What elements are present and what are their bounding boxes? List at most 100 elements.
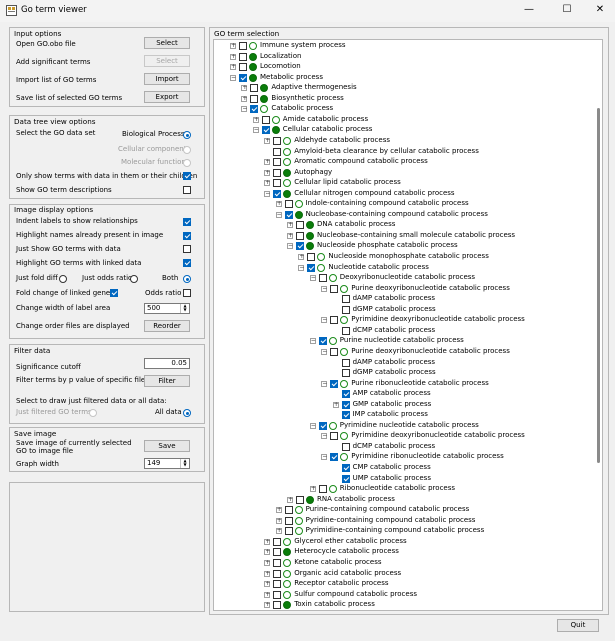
tree-row-checkbox[interactable] bbox=[318, 274, 327, 283]
expand-icon[interactable]: + bbox=[264, 549, 270, 556]
indent-checkbox[interactable] bbox=[183, 218, 191, 226]
expand-icon[interactable]: + bbox=[252, 116, 259, 123]
expand-icon[interactable]: + bbox=[264, 602, 270, 609]
expand-icon[interactable]: + bbox=[264, 137, 270, 144]
collapse-icon[interactable]: − bbox=[321, 317, 327, 324]
collapse-icon[interactable]: − bbox=[321, 433, 327, 440]
tree-row-checkbox[interactable] bbox=[273, 158, 282, 167]
graph-width-spinbox[interactable]: 149 ▲ ▼ bbox=[144, 458, 190, 469]
spin-arrows-icon[interactable]: ▲ ▼ bbox=[180, 459, 189, 468]
tree-row-checkbox[interactable] bbox=[273, 147, 282, 156]
tree-row-checkbox[interactable] bbox=[296, 221, 304, 230]
collapse-icon[interactable]: − bbox=[309, 422, 316, 429]
tree-row-checkbox[interactable] bbox=[284, 516, 293, 525]
quit-button[interactable]: Quit bbox=[557, 619, 599, 632]
reorder-button[interactable]: Reorder bbox=[144, 320, 190, 332]
import-button[interactable]: Import bbox=[144, 73, 190, 85]
tree-row-checkbox[interactable] bbox=[261, 126, 270, 135]
just-filtered-radio[interactable] bbox=[89, 409, 97, 417]
tree-row-checkbox[interactable] bbox=[250, 105, 259, 114]
only-show-checkbox[interactable] bbox=[183, 172, 191, 180]
tree-row-checkbox[interactable] bbox=[250, 94, 259, 103]
maximize-button[interactable]: ☐ bbox=[550, 0, 584, 22]
tree-row-checkbox[interactable] bbox=[273, 179, 282, 188]
tree-row-checkbox[interactable] bbox=[273, 601, 282, 610]
tree-row-checkbox[interactable] bbox=[284, 210, 293, 219]
tree-row-checkbox[interactable] bbox=[341, 474, 350, 483]
expand-icon[interactable]: + bbox=[309, 486, 316, 493]
mf-radio[interactable] bbox=[183, 159, 191, 167]
expand-icon[interactable]: + bbox=[275, 507, 282, 514]
collapse-icon[interactable]: − bbox=[321, 348, 327, 355]
collapse-icon[interactable]: − bbox=[252, 127, 259, 134]
fold-change-checkbox[interactable] bbox=[110, 289, 118, 297]
expand-icon[interactable]: + bbox=[230, 53, 236, 60]
tree-row-checkbox[interactable] bbox=[296, 231, 304, 240]
tree-row-checkbox[interactable] bbox=[318, 337, 327, 346]
expand-icon[interactable]: + bbox=[264, 559, 270, 566]
save-image-button[interactable]: Save bbox=[144, 440, 190, 452]
export-button[interactable]: Export bbox=[144, 91, 190, 103]
tree-row-checkbox[interactable] bbox=[341, 442, 350, 451]
tree-row-checkbox[interactable] bbox=[341, 390, 350, 399]
tree-row-checkbox[interactable] bbox=[341, 295, 350, 304]
cc-radio[interactable] bbox=[183, 146, 191, 154]
tree-row-checkbox[interactable] bbox=[273, 590, 282, 599]
tree-row-checkbox[interactable] bbox=[318, 421, 327, 430]
tree-row-checkbox[interactable] bbox=[330, 453, 339, 462]
collapse-icon[interactable]: − bbox=[275, 211, 282, 218]
tree-row-checkbox[interactable] bbox=[239, 42, 247, 50]
expand-icon[interactable]: + bbox=[298, 254, 304, 260]
expand-icon[interactable]: + bbox=[264, 159, 270, 166]
tree-row-checkbox[interactable] bbox=[341, 464, 350, 472]
tree-row-checkbox[interactable] bbox=[273, 569, 282, 578]
show-desc-checkbox[interactable] bbox=[183, 186, 191, 194]
tree-row-checkbox[interactable] bbox=[273, 168, 282, 177]
open-obo-button[interactable]: Select bbox=[144, 37, 190, 49]
collapse-icon[interactable]: − bbox=[321, 454, 327, 461]
tree-row-checkbox[interactable] bbox=[341, 400, 350, 409]
expand-icon[interactable]: + bbox=[287, 496, 293, 503]
tree-row-checkbox[interactable] bbox=[239, 73, 247, 82]
tree-row-checkbox[interactable] bbox=[284, 506, 293, 515]
tree-row-checkbox[interactable] bbox=[284, 527, 293, 536]
bp-radio[interactable] bbox=[183, 131, 191, 139]
expand-icon[interactable]: + bbox=[264, 180, 270, 187]
collapse-icon[interactable]: − bbox=[241, 106, 247, 113]
collapse-icon[interactable]: − bbox=[298, 264, 304, 271]
tree-row-checkbox[interactable] bbox=[330, 379, 339, 388]
tree-row-checkbox[interactable] bbox=[273, 136, 282, 145]
collapse-icon[interactable]: − bbox=[321, 285, 327, 292]
tree-row-checkbox[interactable] bbox=[296, 242, 304, 251]
tree-row-checkbox[interactable] bbox=[330, 284, 339, 293]
tree-row-checkbox[interactable] bbox=[341, 305, 350, 314]
expand-icon[interactable]: + bbox=[275, 528, 282, 535]
tree-row-checkbox[interactable] bbox=[239, 63, 247, 72]
tree-scrollbar-thumb[interactable] bbox=[597, 108, 600, 463]
tree-row-checkbox[interactable] bbox=[250, 84, 259, 93]
label-width-spinbox[interactable]: 500 ▲ ▼ bbox=[144, 303, 190, 314]
expand-icon[interactable]: + bbox=[287, 232, 293, 239]
expand-icon[interactable]: + bbox=[275, 201, 282, 208]
tree-row-checkbox[interactable] bbox=[273, 537, 282, 546]
highlight-linked-checkbox[interactable] bbox=[183, 259, 191, 267]
tree-row-checkbox[interactable] bbox=[273, 558, 282, 567]
tree-row-checkbox[interactable] bbox=[341, 369, 350, 378]
tree-row-checkbox[interactable] bbox=[318, 485, 327, 494]
tree-row-checkbox[interactable] bbox=[273, 189, 282, 198]
expand-icon[interactable]: + bbox=[241, 85, 247, 92]
just-odds-radio[interactable] bbox=[130, 275, 138, 283]
spin-arrows-icon[interactable]: ▲ ▼ bbox=[180, 304, 189, 313]
just-fold-radio[interactable] bbox=[59, 275, 67, 283]
collapse-icon[interactable]: − bbox=[264, 190, 270, 197]
tree-row-checkbox[interactable] bbox=[341, 411, 350, 420]
minimize-button[interactable]: — bbox=[512, 0, 546, 22]
filter-button[interactable]: Filter bbox=[144, 375, 190, 387]
highlight-names-checkbox[interactable] bbox=[183, 232, 191, 240]
just-show-checkbox[interactable] bbox=[183, 245, 191, 253]
tree-row-checkbox[interactable] bbox=[307, 253, 316, 261]
collapse-icon[interactable]: − bbox=[321, 380, 327, 387]
collapse-icon[interactable]: − bbox=[287, 243, 293, 250]
expand-icon[interactable]: + bbox=[264, 169, 270, 176]
tree-row-checkbox[interactable] bbox=[261, 115, 270, 124]
